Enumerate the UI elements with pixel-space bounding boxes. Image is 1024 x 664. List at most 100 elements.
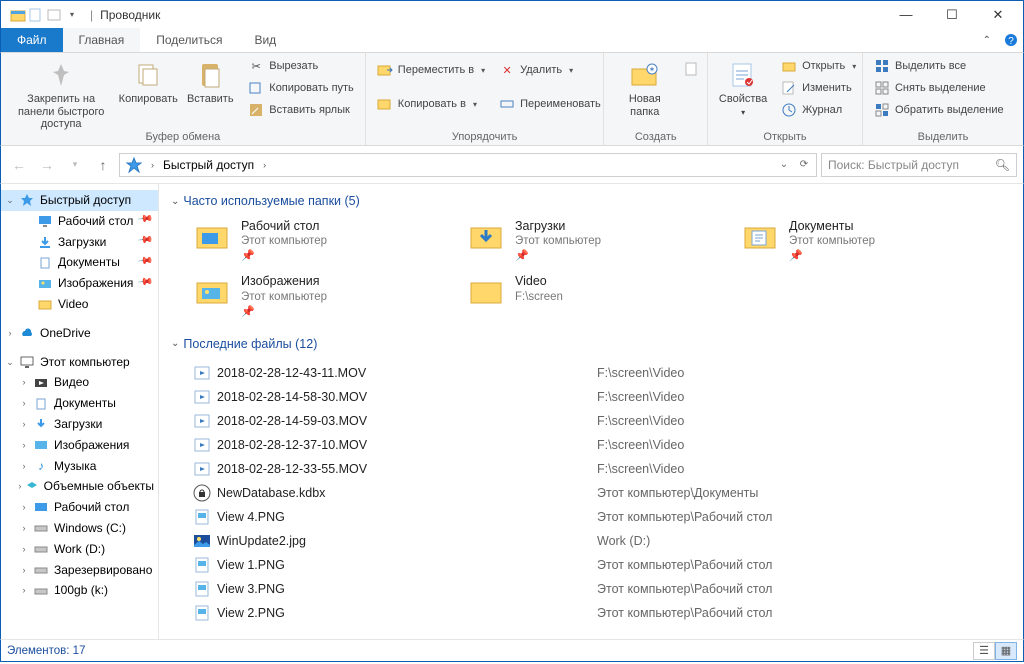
ribbon-group-clipboard-label: Буфер обмена: [5, 131, 361, 145]
tree-pc-downloads[interactable]: Загрузки: [1, 414, 158, 435]
tree-documents[interactable]: Документы📌: [1, 252, 158, 273]
ribbon-help-button[interactable]: ?: [999, 28, 1023, 52]
recent-file-item[interactable]: 2018-02-28-14-58-30.MOV F:\screen\Video: [193, 385, 1013, 409]
view-details-button[interactable]: ☰: [973, 642, 995, 660]
window-close-button[interactable]: ✕: [975, 1, 1021, 29]
nav-forward-button[interactable]: →: [35, 153, 59, 177]
copy-to-button[interactable]: Копировать в: [373, 93, 489, 115]
titlebar-separator: |: [90, 8, 93, 22]
nav-up-button[interactable]: ↑: [91, 153, 115, 177]
window-maximize-button[interactable]: ☐: [929, 1, 975, 29]
frequent-folder-item[interactable]: Video F:\screen: [469, 273, 729, 318]
tree-drive-k[interactable]: 100gb (k:): [1, 580, 158, 601]
tree-pc-desktop[interactable]: Рабочий стол: [1, 497, 158, 518]
file-name: View 4.PNG: [217, 510, 597, 524]
nav-history-dropdown[interactable]: ▾: [63, 153, 87, 177]
tree-drive-backup[interactable]: Зарезервировано: [1, 560, 158, 581]
tree-pc-video[interactable]: Видео: [1, 372, 158, 393]
pin-to-quick-access-button[interactable]: Закрепить на панели быстрого доступа: [5, 55, 117, 131]
breadcrumb-separator[interactable]: ›: [149, 160, 156, 170]
frequent-folder-item[interactable]: Загрузки Этот компьютер 📌: [469, 218, 729, 263]
tree-desktop[interactable]: Рабочий стол📌: [1, 211, 158, 232]
address-bar[interactable]: › Быстрый доступ › ⌄⟳: [119, 153, 817, 177]
recent-file-item[interactable]: NewDatabase.kdbx Этот компьютер\Документ…: [193, 481, 1013, 505]
recent-file-item[interactable]: 2018-02-28-12-43-11.MOV F:\screen\Video: [193, 361, 1013, 385]
ribbon-tab-view[interactable]: Вид: [238, 28, 292, 52]
address-dropdown-icon[interactable]: ⌄: [774, 159, 794, 170]
recent-file-item[interactable]: 2018-02-28-12-33-55.MOV F:\screen\Video: [193, 457, 1013, 481]
recent-file-item[interactable]: View 1.PNG Этот компьютер\Рабочий стол: [193, 553, 1013, 577]
search-box[interactable]: 🔍︎: [821, 153, 1017, 177]
ribbon-group-select-label: Выделить: [867, 131, 1019, 145]
window-minimize-button[interactable]: —: [883, 1, 929, 29]
nav-back-button[interactable]: ←: [7, 153, 31, 177]
folder-location: Этот компьютер: [241, 290, 327, 305]
folder-location: Этот компьютер: [515, 234, 601, 249]
tree-this-pc[interactable]: Этот компьютер: [1, 352, 158, 373]
frequent-folder-item[interactable]: Изображения Этот компьютер 📌: [195, 273, 455, 318]
qat-new-folder-icon[interactable]: [46, 7, 62, 23]
file-name: 2018-02-28-12-37-10.MOV: [217, 438, 597, 452]
delete-button[interactable]: ✕Удалить: [495, 59, 605, 81]
view-icons-button[interactable]: ▦: [995, 642, 1017, 660]
ribbon-tab-home[interactable]: Главная: [63, 28, 141, 52]
file-path: Этот компьютер\Рабочий стол: [597, 510, 1013, 524]
new-folder-button[interactable]: ✶Новая папка: [608, 55, 681, 118]
ribbon-tab-file[interactable]: Файл: [1, 28, 63, 52]
file-name: 2018-02-28-14-58-30.MOV: [217, 390, 597, 404]
ribbon-tab-share[interactable]: Поделиться: [140, 28, 238, 52]
recent-file-item[interactable]: View 4.PNG Этот компьютер\Рабочий стол: [193, 505, 1013, 529]
select-all-button[interactable]: Выделить все: [870, 55, 1008, 77]
move-to-button[interactable]: Переместить в: [373, 59, 489, 81]
folder-name: Изображения: [241, 273, 327, 289]
paste-button[interactable]: Вставить: [179, 55, 241, 106]
tree-pc-music[interactable]: ♪Музыка: [1, 456, 158, 477]
recent-file-item[interactable]: View 2.PNG Этот компьютер\Рабочий стол: [193, 601, 1013, 625]
breadcrumb-separator[interactable]: ›: [261, 160, 268, 170]
content-pane[interactable]: ⌄Часто используемые папки (5) Рабочий ст…: [159, 184, 1023, 639]
navigation-tree[interactable]: Быстрый доступ Рабочий стол📌 Загрузки📌 Д…: [1, 184, 159, 639]
tree-pc-pictures[interactable]: Изображения: [1, 435, 158, 456]
paste-shortcut-button[interactable]: Вставить ярлык: [244, 99, 358, 121]
frequent-folder-item[interactable]: Рабочий стол Этот компьютер 📌: [195, 218, 455, 263]
frequent-folders-header[interactable]: ⌄Часто используемые папки (5): [171, 194, 1013, 208]
navigation-toolbar: ← → ▾ ↑ › Быстрый доступ › ⌄⟳ 🔍︎: [0, 146, 1024, 184]
qat-dropdown-icon[interactable]: ▾: [64, 7, 80, 23]
properties-button[interactable]: Свойства▾: [712, 55, 774, 117]
recent-file-item[interactable]: 2018-02-28-12-37-10.MOV F:\screen\Video: [193, 433, 1013, 457]
folder-name: Рабочий стол: [241, 218, 327, 234]
tree-downloads[interactable]: Загрузки📌: [1, 232, 158, 253]
history-button[interactable]: Журнал: [777, 99, 860, 121]
tree-drive-c[interactable]: Windows (C:): [1, 518, 158, 539]
search-icon[interactable]: 🔍︎: [995, 158, 1010, 172]
qat-properties-icon[interactable]: [28, 7, 44, 23]
cut-button[interactable]: ✂Вырезать: [244, 55, 358, 77]
recent-file-item[interactable]: View 3.PNG Этот компьютер\Рабочий стол: [193, 577, 1013, 601]
tree-onedrive[interactable]: OneDrive: [1, 323, 158, 344]
copy-button[interactable]: Копировать: [117, 55, 179, 106]
refresh-icon[interactable]: ⟳: [794, 159, 814, 170]
breadcrumb-quick-access[interactable]: Быстрый доступ: [159, 158, 258, 172]
copy-path-button[interactable]: Копировать путь: [244, 77, 358, 99]
pictures-icon: [37, 276, 53, 292]
tree-video[interactable]: Video: [1, 294, 158, 315]
tree-drive-d[interactable]: Work (D:): [1, 539, 158, 560]
tree-pc-documents[interactable]: Документы: [1, 393, 158, 414]
file-name: WinUpdate2.jpg: [217, 534, 597, 548]
new-item-icon[interactable]: [684, 61, 700, 77]
select-none-button[interactable]: Снять выделение: [870, 77, 1008, 99]
edit-button[interactable]: Изменить: [777, 77, 860, 99]
recent-files-header[interactable]: ⌄Последние файлы (12): [171, 337, 1013, 351]
search-input[interactable]: [828, 158, 991, 172]
recent-file-item[interactable]: WinUpdate2.jpg Work (D:): [193, 529, 1013, 553]
tree-pictures[interactable]: Изображения📌: [1, 273, 158, 294]
folder-icon: [195, 218, 231, 254]
tree-pc-3d[interactable]: Объемные объекты: [1, 476, 158, 497]
frequent-folder-item[interactable]: Документы Этот компьютер 📌: [743, 218, 1003, 263]
tree-quick-access[interactable]: Быстрый доступ: [1, 190, 158, 211]
recent-file-item[interactable]: 2018-02-28-14-59-03.MOV F:\screen\Video: [193, 409, 1013, 433]
open-button[interactable]: Открыть: [777, 55, 860, 77]
rename-button[interactable]: Переименовать: [495, 93, 605, 115]
ribbon-collapse-button[interactable]: ⌃: [975, 28, 999, 52]
invert-selection-button[interactable]: Обратить выделение: [870, 99, 1008, 121]
